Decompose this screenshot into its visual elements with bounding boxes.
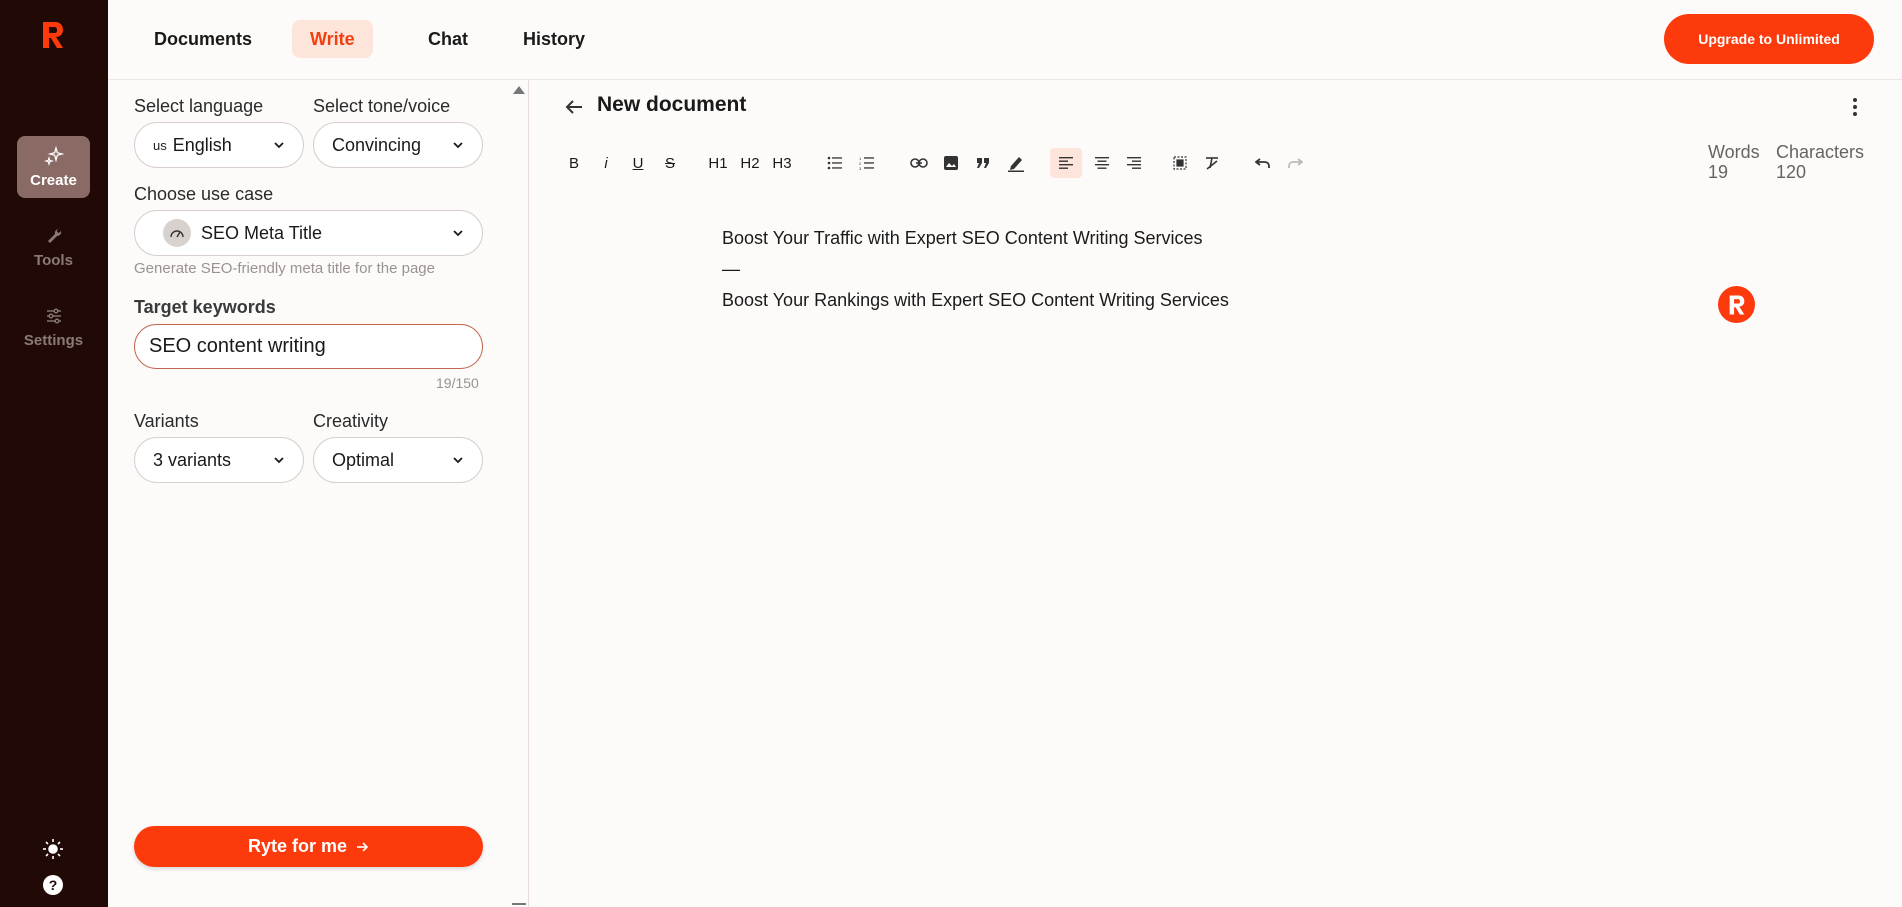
tone-label: Select tone/voice xyxy=(313,96,451,116)
italic-button[interactable]: i xyxy=(594,148,618,178)
usecase-value: SEO Meta Title xyxy=(201,222,323,243)
variants-value: 3 variants xyxy=(153,449,232,470)
usecase-select[interactable]: SEO Meta Title xyxy=(134,210,483,256)
usecase-label: Choose use case xyxy=(134,184,274,204)
align-left-icon[interactable] xyxy=(1050,148,1082,178)
tab-history[interactable]: History xyxy=(505,20,603,58)
ryte-assistant-icon[interactable] xyxy=(1718,286,1755,323)
variants-select[interactable]: 3 variants xyxy=(134,437,304,483)
bold-button[interactable]: B xyxy=(562,148,586,178)
more-options-icon[interactable] xyxy=(1850,96,1860,118)
language-select[interactable]: us English xyxy=(134,122,304,168)
tab-chat[interactable]: Chat xyxy=(410,20,486,58)
chevron-down-icon xyxy=(274,142,284,149)
variants-label: Variants xyxy=(134,411,199,431)
wrench-icon xyxy=(45,226,63,246)
characters-count: 120 xyxy=(1776,162,1807,182)
h1-button[interactable]: H1 xyxy=(706,148,730,178)
creativity-value: Optimal xyxy=(332,449,395,470)
svg-text:?: ? xyxy=(49,877,58,893)
editor-line[interactable]: Boost Your Traffic with Expert SEO Conte… xyxy=(722,228,1203,249)
h3-button[interactable]: H3 xyxy=(770,148,794,178)
gauge-icon xyxy=(163,219,191,247)
scroll-down-arrow[interactable] xyxy=(512,903,526,905)
rail-item-settings[interactable]: Settings xyxy=(17,296,90,358)
left-rail: Create Tools Settings ? xyxy=(0,0,108,907)
words-label: Words xyxy=(1708,142,1760,162)
chevron-down-icon xyxy=(453,142,463,149)
arrow-right-icon xyxy=(355,840,369,854)
editor-line[interactable]: Boost Your Rankings with Expert SEO Cont… xyxy=(722,290,1229,311)
rail-item-create[interactable]: Create xyxy=(17,136,90,198)
numbered-list-icon[interactable]: 123 xyxy=(855,148,879,178)
help-icon[interactable]: ? xyxy=(40,872,66,898)
words-count: 19 xyxy=(1708,162,1729,182)
document-title[interactable]: New document xyxy=(597,93,746,117)
language-value: English xyxy=(172,134,232,155)
quote-icon[interactable] xyxy=(971,148,995,178)
select-all-icon[interactable] xyxy=(1168,148,1192,178)
undo-icon[interactable] xyxy=(1251,148,1275,178)
sliders-icon xyxy=(45,306,63,326)
sparkles-icon xyxy=(43,145,64,166)
chevron-down-icon xyxy=(274,457,284,464)
redo-icon[interactable] xyxy=(1283,148,1307,178)
chevron-down-icon xyxy=(453,230,463,237)
clear-format-icon[interactable] xyxy=(1200,148,1224,178)
keywords-input[interactable] xyxy=(134,324,483,369)
us-flag-icon: us xyxy=(153,137,167,153)
top-nav: Documents Write Chat History Upgrade to … xyxy=(108,0,1902,80)
svg-text:3: 3 xyxy=(859,166,862,170)
tab-documents[interactable]: Documents xyxy=(136,20,270,58)
ryte-for-me-label: Ryte for me xyxy=(247,836,348,856)
rail-item-label: Tools xyxy=(34,251,73,269)
editor-line[interactable]: — xyxy=(722,259,740,280)
keywords-counter: 19/150 xyxy=(436,375,479,391)
ryte-logo-icon[interactable] xyxy=(40,20,66,50)
rail-item-label: Settings xyxy=(23,331,84,349)
strikethrough-button[interactable]: S xyxy=(658,148,682,178)
rail-item-tools[interactable]: Tools xyxy=(17,216,90,278)
keywords-label: Target keywords xyxy=(134,297,276,317)
rail-item-label: Create xyxy=(30,171,77,189)
bullet-list-icon[interactable] xyxy=(823,148,847,178)
sun-icon[interactable] xyxy=(40,836,66,862)
align-right-icon[interactable] xyxy=(1122,148,1146,178)
highlight-pen-icon[interactable] xyxy=(1004,148,1028,178)
tab-write[interactable]: Write xyxy=(292,20,373,58)
chevron-down-icon xyxy=(453,457,463,464)
usecase-hint: Generate SEO-friendly meta title for the… xyxy=(134,260,435,277)
align-center-icon[interactable] xyxy=(1090,148,1114,178)
scroll-up-arrow[interactable] xyxy=(513,86,525,94)
h2-button[interactable]: H2 xyxy=(738,148,762,178)
creativity-select[interactable]: Optimal xyxy=(313,437,483,483)
creativity-label: Creativity xyxy=(313,411,389,431)
language-label: Select language xyxy=(134,96,264,116)
tone-value: Convincing xyxy=(332,134,422,155)
characters-label: Characters xyxy=(1776,142,1865,162)
image-icon[interactable] xyxy=(939,148,963,178)
tone-select[interactable]: Convincing xyxy=(313,122,483,168)
ryte-for-me-button[interactable]: Ryte for me xyxy=(134,826,483,867)
link-icon[interactable] xyxy=(907,148,931,178)
underline-button[interactable]: U xyxy=(626,148,650,178)
upgrade-button[interactable]: Upgrade to Unlimited xyxy=(1664,14,1874,64)
back-arrow-icon[interactable] xyxy=(563,96,585,118)
